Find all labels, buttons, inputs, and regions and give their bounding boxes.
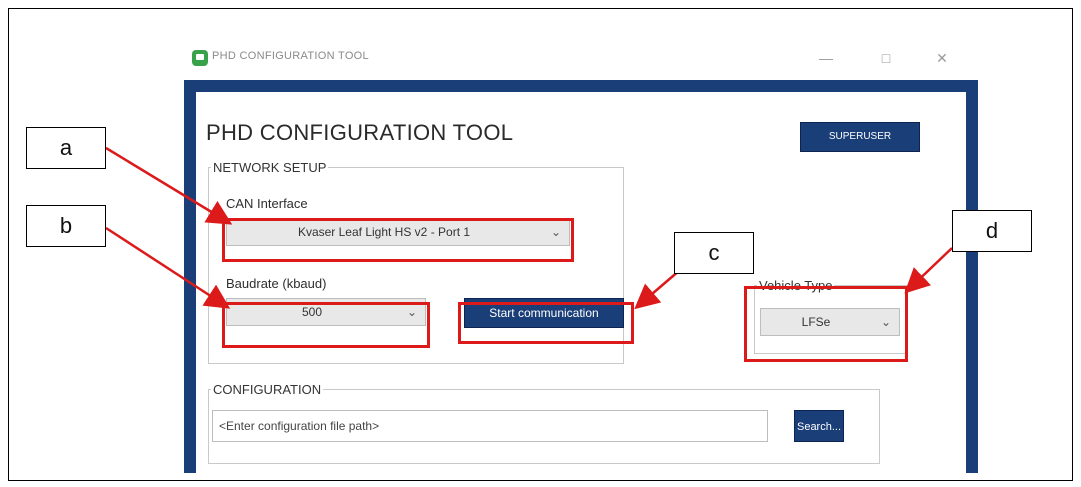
callout-arrows: [105, 146, 953, 310]
callout-a: a: [26, 127, 106, 169]
callout-d: d: [952, 210, 1032, 252]
callout-c: c: [674, 232, 754, 274]
arrow-d: [904, 247, 953, 294]
arrow-b: [105, 226, 231, 309]
arrow-a: [105, 146, 233, 225]
callout-b: b: [26, 205, 106, 247]
arrow-c: [634, 269, 681, 310]
